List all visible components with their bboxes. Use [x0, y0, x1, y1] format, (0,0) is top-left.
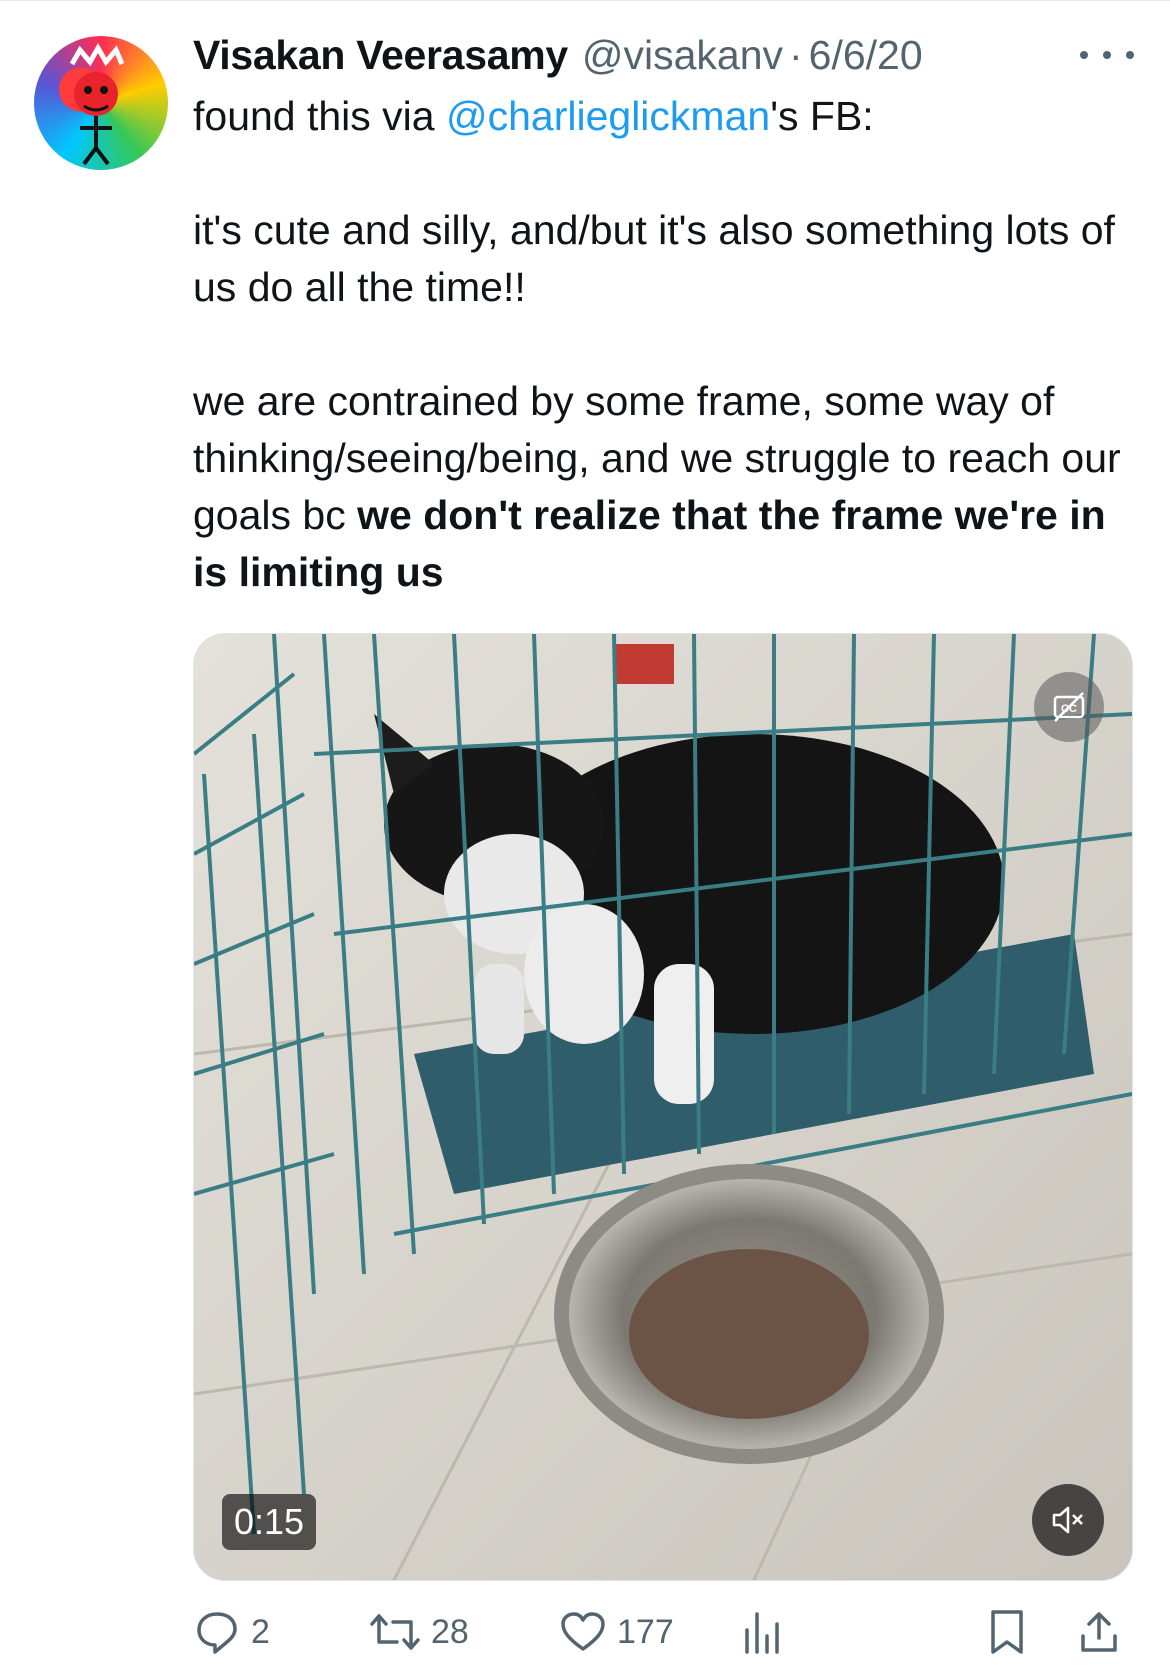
- divider: [0, 0, 1170, 1]
- reply-icon: [197, 1612, 237, 1654]
- share-button[interactable]: [1077, 1602, 1121, 1662]
- dot: [1103, 51, 1111, 59]
- mute-toggle-button[interactable]: [1032, 1484, 1104, 1556]
- speaker-muted-icon: [1052, 1506, 1083, 1534]
- video-duration: 0:15: [222, 1494, 317, 1550]
- bookmark-icon: [991, 1610, 1023, 1654]
- repost-icon: [370, 1614, 420, 1650]
- dot: [1126, 51, 1134, 59]
- separator: ·: [789, 32, 803, 78]
- avatar[interactable]: [34, 36, 168, 170]
- views-button[interactable]: [741, 1602, 785, 1662]
- tweet-paragraph-3: we are contrained by some frame, some wa…: [193, 373, 1123, 601]
- heart-icon: [561, 1612, 605, 1651]
- tweet-line-1: found this via @charlieglickman's FB:: [193, 88, 1123, 145]
- avatar-drawing: [69, 42, 125, 166]
- dot: [1080, 51, 1088, 59]
- text: 's FB:: [770, 93, 874, 139]
- closed-captions-off-icon: CC: [1053, 692, 1085, 722]
- tweet-header: Visakan Veerasamy @visakanv · 6/6/20: [193, 32, 923, 84]
- like-button[interactable]: 177: [559, 1602, 674, 1662]
- like-count: 177: [617, 1612, 674, 1651]
- bookmark-button[interactable]: [987, 1602, 1027, 1662]
- video-player[interactable]: CC 0:15: [193, 633, 1133, 1581]
- mention-link[interactable]: @charlieglickman: [446, 93, 770, 139]
- tweet-paragraph-2: it's cute and silly, and/but it's also s…: [193, 207, 1115, 310]
- handle[interactable]: @visakanv: [582, 32, 783, 79]
- repost-count: 28: [431, 1612, 469, 1651]
- text: found this via: [193, 93, 446, 139]
- display-name[interactable]: Visakan Veerasamy: [193, 32, 568, 79]
- repost-button[interactable]: 28: [369, 1602, 469, 1662]
- share-icon: [1081, 1612, 1117, 1652]
- views-chart-icon: [745, 1612, 779, 1654]
- video-frame: [194, 634, 1132, 1580]
- reply-count: 2: [251, 1612, 270, 1651]
- closed-captions-button[interactable]: CC: [1034, 672, 1104, 742]
- action-bar: 2 28 177: [193, 1602, 1143, 1662]
- reply-button[interactable]: 2: [193, 1602, 270, 1662]
- tweet-text: found this via @charlieglickman's FB: it…: [193, 88, 1123, 601]
- tweet[interactable]: Visakan Veerasamy @visakanv · 6/6/20 fou…: [0, 0, 1170, 1672]
- more-options-icon[interactable]: [1080, 40, 1134, 70]
- timestamp[interactable]: 6/6/20: [809, 32, 923, 79]
